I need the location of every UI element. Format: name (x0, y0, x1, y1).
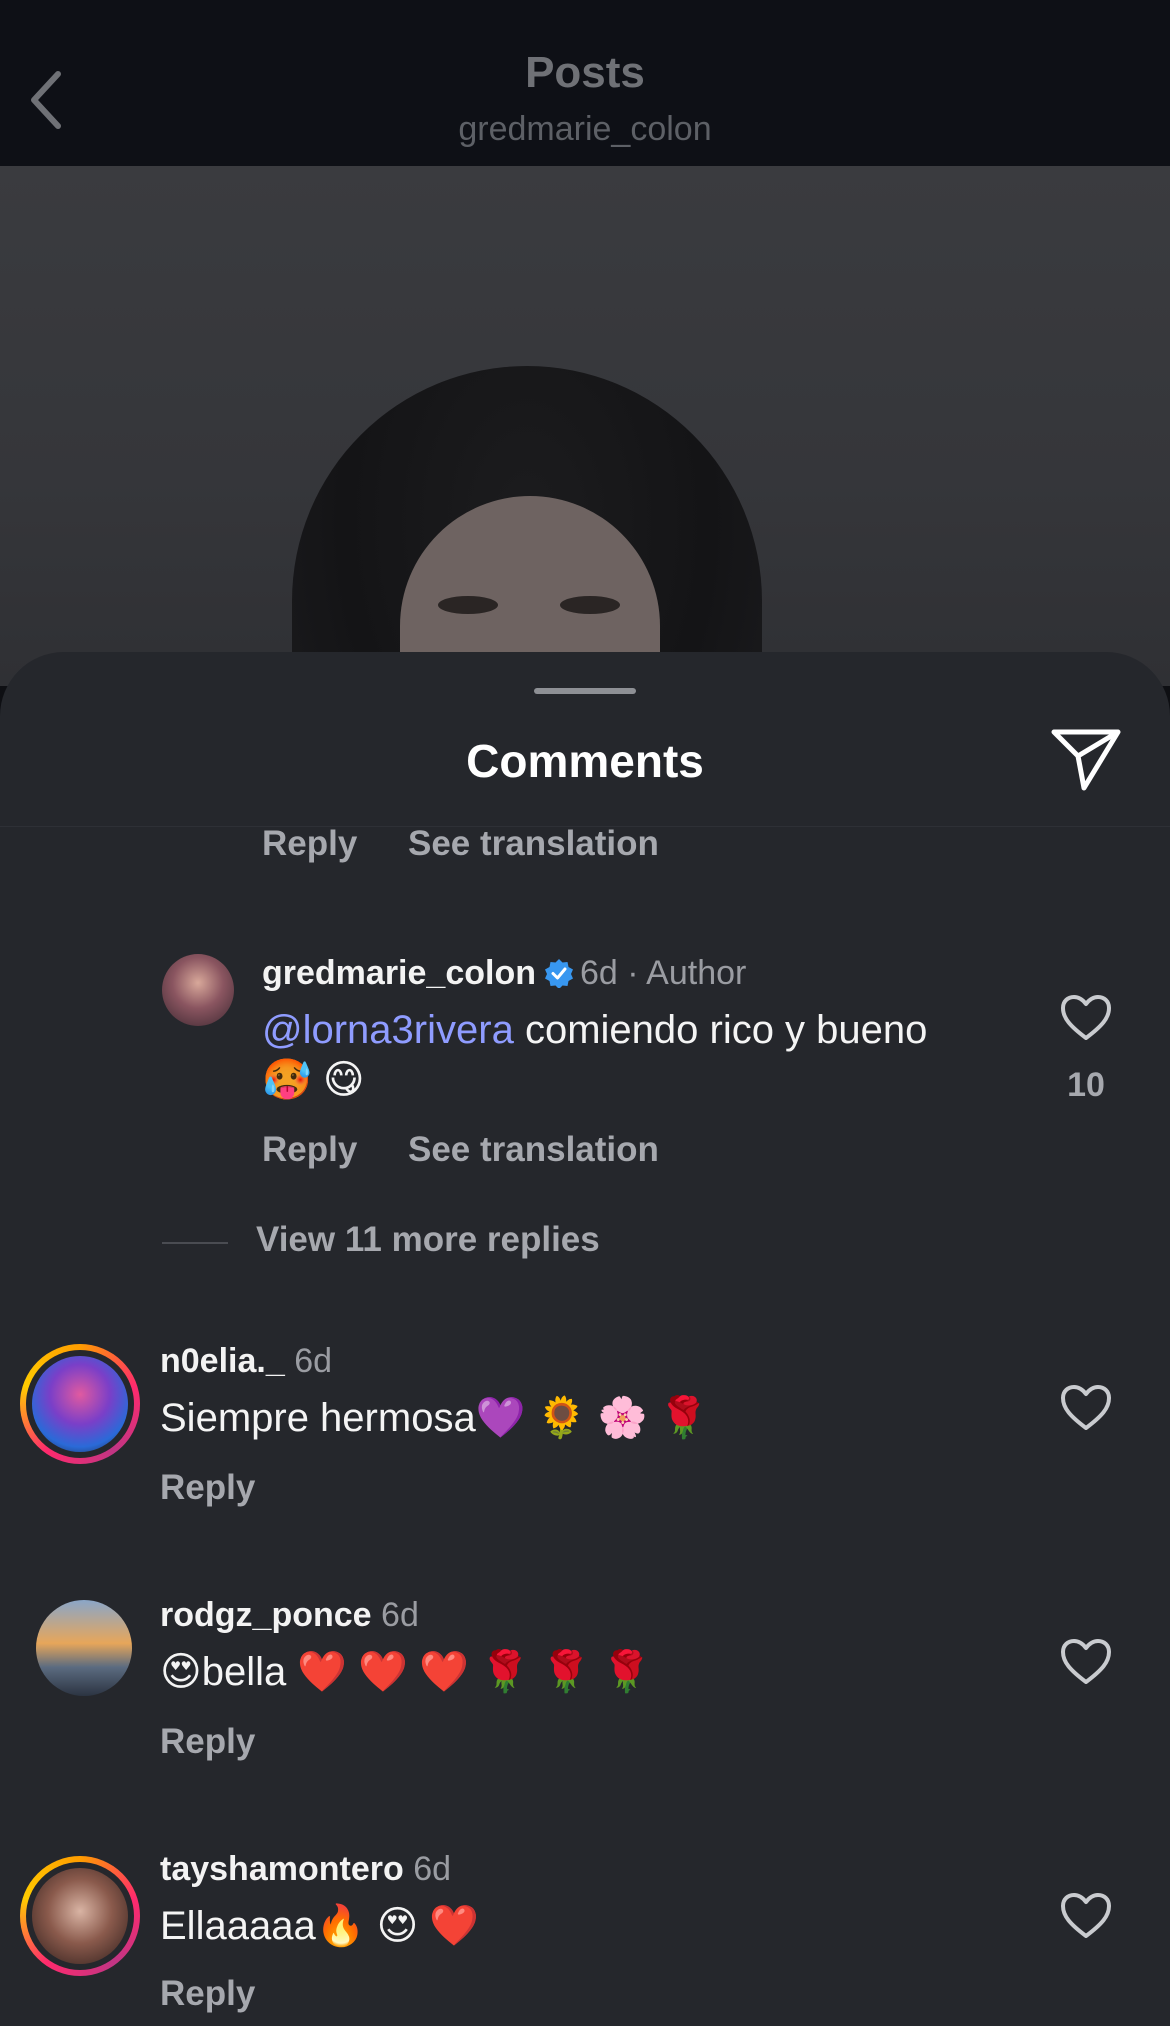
photo-eye-right (560, 596, 620, 614)
comment-header: tayshamontero 6d (160, 1850, 451, 1889)
comment-time: 6d (294, 1342, 333, 1380)
comments-sheet: Comments Reply See translation gredmarie… (0, 652, 1170, 2026)
comments-title: Comments (466, 735, 704, 787)
photo-eye-left (438, 596, 498, 614)
heart-outline-icon[interactable] (1060, 1892, 1112, 1940)
like-count: 10 (1067, 1066, 1105, 1104)
avatar[interactable] (32, 1868, 128, 1964)
comment-header: gredmarie_colon 6d · Author (262, 954, 746, 993)
posts-header: Posts gredmarie_colon (0, 0, 1170, 166)
reply-button[interactable]: Reply (262, 824, 357, 864)
comment-text: Ellaaaaa🔥 😍 ❤️ (160, 1904, 480, 1948)
mention-link[interactable]: @lorna3rivera (262, 1008, 514, 1052)
username[interactable]: rodgz_ponce (160, 1596, 372, 1634)
comment-header: rodgz_ponce 6d (160, 1596, 419, 1635)
avatar[interactable] (32, 1356, 128, 1452)
comment-text-line2: 🥵 😋 (262, 1058, 365, 1102)
heart-outline-icon[interactable] (1060, 994, 1112, 1042)
heart-outline-icon[interactable] (1060, 1384, 1112, 1432)
comment-text: 😍bella ❤️ ❤️ ❤️ 🌹 🌹 🌹 (160, 1650, 652, 1694)
reply-button[interactable]: Reply (262, 1130, 357, 1170)
see-translation-button[interactable]: See translation (408, 1130, 659, 1170)
post-photo (0, 166, 1170, 686)
username[interactable]: gredmarie_colon (262, 954, 536, 992)
reply-button[interactable]: Reply (160, 1468, 255, 1508)
comment-time: 6d (413, 1850, 452, 1888)
view-more-replies-button[interactable]: View 11 more replies (256, 1220, 600, 1260)
sheet-grabber[interactable] (534, 688, 636, 694)
view-more-divider (162, 1242, 228, 1244)
page-subtitle: gredmarie_colon (458, 110, 712, 148)
comment-header: n0elia._ 6d (160, 1342, 332, 1381)
comment-time: 6d (381, 1596, 419, 1634)
avatar[interactable] (36, 1600, 132, 1696)
share-button[interactable] (1048, 724, 1124, 794)
page-title: Posts (525, 48, 645, 97)
username[interactable]: tayshamontero (160, 1850, 404, 1888)
comment-text: @lorna3rivera comiendo rico y bueno (262, 1008, 927, 1053)
avatar[interactable] (162, 954, 234, 1026)
comment-text: Siempre hermosa💜 🌻 🌸 🌹 (160, 1396, 709, 1440)
author-badge: · Author (627, 954, 747, 992)
reply-button[interactable]: Reply (160, 1974, 255, 2014)
see-translation-button[interactable]: See translation (408, 824, 659, 864)
verified-badge-icon (544, 959, 573, 988)
comment-body: comiendo rico y bueno (513, 1008, 928, 1052)
username[interactable]: n0elia._ (160, 1342, 285, 1380)
comment-time: 6d (579, 954, 618, 992)
heart-outline-icon[interactable] (1060, 1638, 1112, 1686)
paper-plane-icon (1051, 729, 1121, 791)
reply-button[interactable]: Reply (160, 1722, 255, 1762)
